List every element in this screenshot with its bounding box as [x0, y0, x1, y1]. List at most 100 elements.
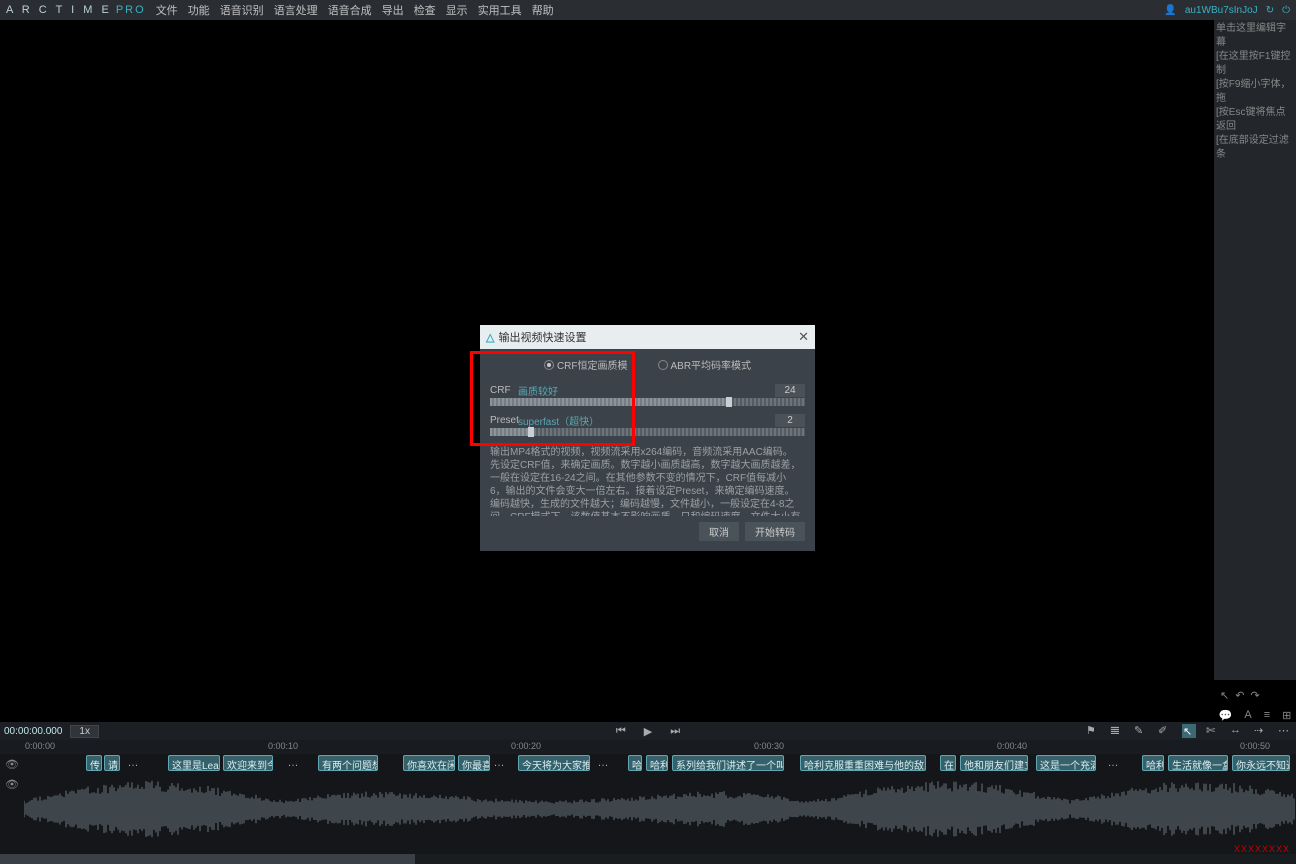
eye-icon[interactable]: 👁: [0, 754, 24, 774]
radio-crf[interactable]: CRF恒定画质模: [544, 357, 628, 372]
dialog-buttons: 取消 开始转码: [480, 516, 815, 545]
side-line: [按Esc键将焦点返回: [1216, 106, 1294, 134]
dialog-titlebar[interactable]: △ 输出视频快速设置 ✕: [480, 325, 815, 349]
wand-icon[interactable]: ✎: [1134, 724, 1148, 738]
cursor-icon[interactable]: ↖: [1182, 724, 1196, 738]
subtitle-track[interactable]: 传请这里是Leami欢迎来到今有两个问题想你喜欢在闲暇你最喜今天将为大家推荐哈哈…: [24, 754, 1296, 774]
side-line: [在底部设定过滤条: [1216, 134, 1294, 162]
eye-icon[interactable]: 👁: [0, 774, 24, 794]
more-icon[interactable]: ⋯: [1278, 724, 1292, 738]
scrollbar-thumb[interactable]: [0, 854, 415, 864]
subtitle-gap: …: [490, 755, 508, 771]
top-right: 👤 au1WBu7sInJoJ ↻ ⏻: [1164, 5, 1290, 16]
move-icon[interactable]: ↔: [1230, 724, 1244, 738]
app-a-icon: △: [486, 331, 494, 344]
speed-selector[interactable]: 1x: [70, 725, 99, 738]
time-ruler[interactable]: 0:00:000:00:100:00:200:00:300:00:400:00:…: [0, 740, 1296, 754]
menu-display[interactable]: 显示: [446, 2, 468, 18]
preset-link[interactable]: superfast（超快）: [518, 413, 599, 428]
h-scrollbar[interactable]: [0, 854, 1296, 864]
slider-thumb[interactable]: [726, 397, 732, 407]
preset-label: Preset: [490, 415, 518, 426]
start-button[interactable]: 开始转码: [745, 522, 805, 541]
menu-function[interactable]: 功能: [188, 2, 210, 18]
crf-row: CRF 画质较好 24: [480, 380, 815, 398]
menu-tts[interactable]: 语音合成: [328, 2, 372, 18]
subtitle-panel[interactable]: 单击这里编辑字幕 [在这里按F1键控制 [按F9缩小字体，拖 [按Esc键将焦点…: [1214, 20, 1296, 680]
subtitle-block[interactable]: 在: [940, 755, 956, 771]
subtitle-gap: …: [124, 755, 142, 771]
grid-icon[interactable]: ⊞: [1282, 709, 1291, 722]
ruler-tick: 0:00:20: [511, 741, 541, 751]
prev-icon[interactable]: ⏮: [616, 725, 626, 738]
cut-icon[interactable]: ✄: [1206, 724, 1220, 738]
radio-crf-label: CRF恒定画质模: [557, 357, 628, 372]
subtitle-gap: …: [594, 755, 612, 771]
crf-value[interactable]: 24: [775, 384, 805, 397]
play-icon[interactable]: ▶: [644, 725, 652, 738]
chat-icon[interactable]: 💬: [1219, 709, 1233, 722]
subtitle-block[interactable]: 欢迎来到今: [223, 755, 273, 771]
logo-text: A R C T I M E: [6, 4, 112, 16]
slider-fill: [490, 398, 726, 406]
subtitle-block[interactable]: 你永远不知道: [1232, 755, 1290, 771]
link-icon[interactable]: ⇢: [1254, 724, 1268, 738]
subtitle-block[interactable]: 你最喜: [458, 755, 490, 771]
menu-tools[interactable]: 实用工具: [478, 2, 522, 18]
next-icon[interactable]: ⏭: [670, 725, 680, 738]
user-icon: 👤: [1164, 5, 1176, 16]
main-menu: 文件 功能 语音识别 语言处理 语音合成 导出 检查 显示 实用工具 帮助: [156, 2, 554, 18]
refresh-icon[interactable]: ↻: [1266, 5, 1274, 16]
preset-value[interactable]: 2: [775, 414, 805, 427]
menu-lang[interactable]: 语言处理: [274, 2, 318, 18]
subtitle-block[interactable]: 哈: [628, 755, 642, 771]
menu-file[interactable]: 文件: [156, 2, 178, 18]
menu-export[interactable]: 导出: [382, 2, 404, 18]
radio-abr[interactable]: ABR平均码率模式: [658, 357, 752, 372]
transport-bar: 00:00:00.000 1x ⏮ ▶ ⏭ ⚑ 𝌆 ✎ ✐ ↖ ✄ ↔ ⇢ ⋯: [0, 722, 1296, 740]
slider-thumb[interactable]: [528, 427, 534, 437]
list-icon[interactable]: ≡: [1264, 709, 1270, 721]
power-icon[interactable]: ⏻: [1282, 5, 1290, 16]
magnet-icon[interactable]: 𝌆: [1110, 724, 1124, 738]
subtitle-block[interactable]: 传: [86, 755, 102, 771]
ruler-tick: 0:00:40: [997, 741, 1027, 751]
top-bar: A R C T I M E PRO 文件 功能 语音识别 语言处理 语音合成 导…: [0, 0, 1296, 20]
subtitle-block[interactable]: 哈利克服重重困难与他的敌人伏: [800, 755, 926, 771]
text-a-icon[interactable]: A: [1244, 709, 1251, 721]
flag-icon[interactable]: ⚑: [1086, 724, 1100, 738]
preset-row: Preset superfast（超快） 2: [480, 410, 815, 428]
export-settings-dialog: △ 输出视频快速设置 ✕ CRF恒定画质模 ABR平均码率模式 CRF 画质较好…: [480, 325, 815, 551]
subtitle-block[interactable]: 有两个问题想: [318, 755, 378, 771]
crf-slider[interactable]: [490, 398, 805, 406]
subtitle-block[interactable]: 请: [104, 755, 120, 771]
crf-quality-link[interactable]: 画质较好: [518, 383, 558, 398]
subtitle-block[interactable]: 生活就像一盒: [1168, 755, 1228, 771]
timeline: 0:00:000:00:100:00:200:00:300:00:400:00:…: [0, 740, 1296, 864]
dialog-title: 输出视频快速设置: [498, 329, 586, 345]
subtitle-block[interactable]: 哈利: [646, 755, 668, 771]
waveform-track[interactable]: [24, 774, 1296, 844]
cancel-button[interactable]: 取消: [699, 522, 739, 541]
menu-check[interactable]: 检查: [414, 2, 436, 18]
subtitle-block[interactable]: 你喜欢在闲暇: [403, 755, 455, 771]
pointer-icon[interactable]: ↖: [1220, 689, 1229, 702]
slider-fill: [490, 428, 528, 436]
subtitle-block[interactable]: 哈利: [1142, 755, 1164, 771]
undo-icon[interactable]: ↶: [1235, 689, 1244, 702]
subtitle-block[interactable]: 他和朋友们建立: [960, 755, 1028, 771]
username[interactable]: au1WBu7sInJoJ: [1185, 5, 1258, 16]
menu-asr[interactable]: 语音识别: [220, 2, 264, 18]
close-icon[interactable]: ✕: [798, 329, 809, 345]
subtitle-block[interactable]: 今天将为大家推荐: [518, 755, 590, 771]
edit-icon[interactable]: ✐: [1158, 724, 1172, 738]
subtitle-gap: …: [1104, 755, 1122, 771]
menu-help[interactable]: 帮助: [532, 2, 554, 18]
preset-slider[interactable]: [490, 428, 805, 436]
subtitle-block[interactable]: 这是一个充满: [1036, 755, 1096, 771]
timecode: 00:00:00.000: [4, 726, 62, 737]
crf-slider-row: [480, 398, 815, 410]
subtitle-block[interactable]: 这里是Leami: [168, 755, 220, 771]
subtitle-block[interactable]: 系列给我们讲述了一个叫哈: [672, 755, 784, 771]
redo-icon[interactable]: ↷: [1250, 689, 1259, 702]
